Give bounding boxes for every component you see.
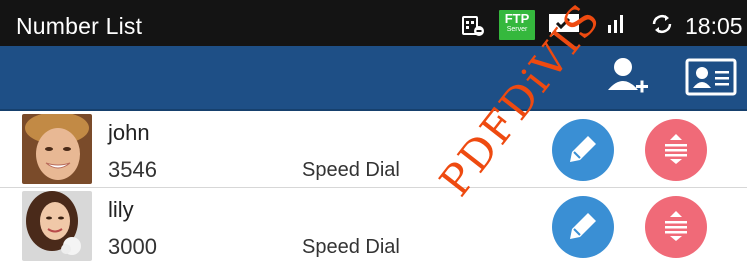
delete-button[interactable] bbox=[645, 119, 707, 181]
edit-button[interactable] bbox=[552, 119, 614, 181]
contact-number: 3546 bbox=[108, 157, 157, 182]
contact-name: john bbox=[108, 120, 150, 145]
chat-icon bbox=[546, 11, 582, 44]
drag-handle-icon bbox=[661, 132, 691, 169]
avatar bbox=[22, 191, 92, 261]
contact-card-icon bbox=[683, 58, 739, 101]
contact-card-button[interactable] bbox=[683, 56, 739, 100]
pencil-icon bbox=[566, 132, 600, 169]
add-contact-icon bbox=[598, 58, 654, 101]
add-contact-button[interactable] bbox=[593, 56, 659, 100]
sim-card-icon bbox=[461, 15, 485, 42]
pencil-icon bbox=[566, 209, 600, 246]
contact-row[interactable]: john 3546 Speed Dial bbox=[0, 111, 747, 186]
ftp-sublabel: Server bbox=[506, 26, 528, 33]
edit-button[interactable] bbox=[552, 196, 614, 258]
screen-title: Number List bbox=[16, 13, 143, 39]
avatar bbox=[22, 114, 92, 184]
status-bar: Number List FTP Server 18:05 bbox=[0, 0, 747, 46]
ftp-server-icon: FTP Server bbox=[499, 10, 535, 40]
contact-type: Speed Dial bbox=[302, 159, 400, 181]
contact-name: lily bbox=[108, 197, 134, 222]
signal-icon bbox=[606, 13, 626, 40]
sync-icon bbox=[649, 12, 675, 41]
action-bar bbox=[0, 46, 747, 111]
delete-button[interactable] bbox=[645, 196, 707, 258]
status-clock: 18:05 bbox=[685, 13, 743, 39]
drag-handle-icon bbox=[661, 209, 691, 246]
contact-number: 3000 bbox=[108, 234, 157, 259]
contact-row[interactable]: lily 3000 Speed Dial bbox=[0, 187, 747, 262]
ftp-label: FTP bbox=[504, 11, 530, 26]
contact-type: Speed Dial bbox=[302, 236, 400, 258]
